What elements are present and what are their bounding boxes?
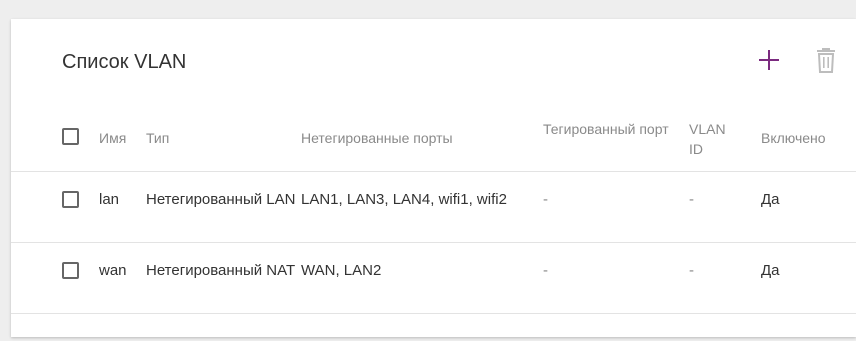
page: Список VLAN Имя Тип Нетегированные порты [0, 0, 856, 341]
vlan-tagged-port: - [543, 191, 548, 208]
table-header: Имя Тип Нетегированные порты Тегированны… [11, 103, 856, 172]
column-header-name[interactable]: Имя [99, 128, 126, 148]
vlan-untagged-ports: LAN1, LAN3, LAN4, wifi1, wifi2 [301, 191, 507, 208]
vlan-enabled: Да [761, 262, 780, 279]
column-header-type[interactable]: Тип [146, 128, 296, 148]
table-row[interactable]: lan Нетегированный LAN LAN1, LAN3, LAN4,… [11, 172, 856, 243]
vlan-name: wan [99, 262, 127, 279]
table-row[interactable]: wan Нетегированный NAT WAN, LAN2 - - Да [11, 243, 856, 314]
vlan-type: Нетегированный NAT [146, 262, 296, 279]
column-header-tagged-port[interactable]: Тегированный порт [543, 119, 678, 139]
vlan-name: lan [99, 191, 120, 208]
vlan-id: - [689, 262, 694, 279]
column-header-enabled[interactable]: Включено [761, 128, 851, 148]
vlan-untagged-ports: WAN, LAN2 [301, 262, 382, 279]
vlan-type: Нетегированный LAN [146, 191, 296, 208]
page-title: Список VLAN [62, 51, 187, 73]
vlan-enabled: Да [761, 191, 780, 208]
vlan-tagged-port: - [543, 262, 548, 279]
row-checkbox[interactable] [62, 191, 79, 208]
add-vlan-button[interactable] [756, 47, 782, 73]
column-header-untagged-ports[interactable]: Нетегированные порты [301, 128, 526, 148]
trash-icon [817, 48, 835, 73]
select-all-checkbox[interactable] [62, 128, 79, 145]
vlan-table: Имя Тип Нетегированные порты Тегированны… [11, 103, 856, 314]
plus-icon [759, 50, 779, 70]
vlan-list-card: Список VLAN Имя Тип Нетегированные порты [11, 19, 856, 337]
column-header-vlan-id[interactable]: VLAN ID [689, 119, 739, 159]
vlan-id: - [689, 191, 694, 208]
row-checkbox[interactable] [62, 262, 79, 279]
delete-vlan-button[interactable] [815, 46, 837, 74]
